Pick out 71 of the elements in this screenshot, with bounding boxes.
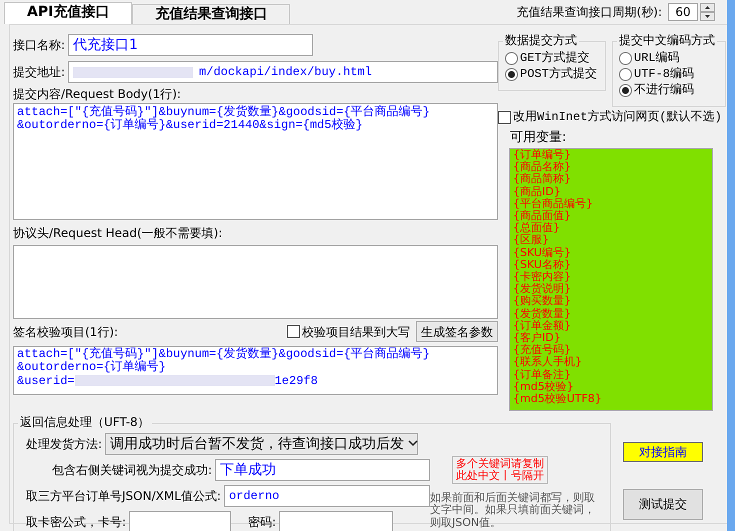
sign-field[interactable]: attach=["{充值号码}"]&buynum={发货数量}&goodsid={平台商品编号} &outorderno={订单编号} &userid= 1e29f8 [13, 346, 498, 395]
variable-item[interactable]: {md5校验} [510, 380, 712, 394]
address-field[interactable]: m/dockapi/index/buy.html [68, 61, 498, 83]
variable-item[interactable]: {商品简称} [510, 173, 712, 186]
test-submit-button[interactable]: 测试提交 [623, 488, 703, 520]
radio-button[interactable] [619, 84, 632, 96]
head-field[interactable] [13, 244, 498, 319]
variable-item[interactable]: {订单备注} [510, 368, 712, 381]
keyword-note: 多个关键词请复制此处中文丨号隔开 [452, 456, 548, 484]
name-field[interactable]: 代充接口1 [68, 34, 314, 56]
field-label: 提交内容/Request Body(1行): [13, 87, 182, 102]
field-label: 接口名称: [13, 38, 66, 52]
variable-item[interactable]: {md5校验UTF8} [510, 393, 712, 406]
field-label: 提交地址: [13, 64, 66, 80]
variable-item[interactable]: {购买数量} [510, 295, 712, 308]
radio-label: POST方式提交 [520, 66, 597, 82]
variable-item[interactable]: {订单编号} [510, 148, 712, 162]
field-label: 密码: [248, 514, 276, 530]
group-title: 返回信息处理（UFT-8） [18, 414, 152, 430]
checkbox-label: 校验项目结果到大写 [302, 324, 410, 339]
period-label: 充值结果查询接口周期(秒): [516, 4, 662, 20]
group-title: 数据提交方式 [503, 33, 579, 48]
variable-item[interactable]: {发货说明} [510, 283, 712, 296]
radio-button[interactable] [619, 68, 632, 80]
card-number-field[interactable] [129, 510, 232, 531]
variable-item[interactable]: {发货数量} [510, 308, 712, 320]
tab[interactable]: 充值结果查询接口 [132, 4, 290, 24]
period-field[interactable]: 60 [668, 3, 698, 21]
variable-item[interactable]: {联系人手机} [510, 356, 712, 369]
hint-text: 如果前面和后面关键词都写，则取文字中间。如果只填前面关键词，则取JSON值。 [430, 492, 596, 530]
guide-button[interactable]: 对接指南 [623, 442, 703, 462]
radio-label: UTF-8编码 [634, 66, 694, 82]
list-label: 可用变量: [510, 130, 568, 146]
caret-icon[interactable] [408, 440, 418, 448]
variable-item[interactable]: {SKU名称} [510, 258, 712, 272]
field-label: 协议头/Request Head(一般不需要填): [13, 226, 224, 241]
variable-item[interactable]: {SKU编号} [510, 246, 712, 259]
variable-item[interactable]: {客户ID} [510, 332, 712, 344]
delivery-method-dropdown[interactable]: 调用成功时后台暂不发货，待查询接口成功后发 [105, 432, 418, 455]
variable-item[interactable]: {商品名称} [510, 161, 712, 174]
spin-arrows-icon[interactable] [700, 3, 715, 21]
checkbox[interactable] [287, 325, 300, 338]
variable-list[interactable]: {订单编号} {商品名称} {商品简称} {商品ID} {平台商品编号} {商品面值} {总面值} {区服} {SKU编号} {SKU名称} {卡密内容} {发货说明} {购买数量} {发货数量} {订单金额} {客户ID} {充值号码} {联系人手机} {订单备注} {md5校验} {md5校验UTF8} [509, 148, 713, 411]
variable-item[interactable]: {总面值} [510, 222, 712, 234]
field-label: 取卡密公式，卡号: [26, 514, 126, 530]
field-label: 包含右侧关键词视为提交成功: [52, 462, 212, 478]
tab[interactable]: API充值接口 [4, 2, 132, 24]
password-field[interactable] [279, 510, 394, 531]
radio-label: URL编码 [634, 50, 680, 66]
variable-item[interactable]: {充值号码} [510, 344, 712, 356]
radio-label: 不进行编码 [634, 82, 694, 98]
generate-sign-button[interactable]: 生成签名参数 [416, 321, 498, 342]
checkbox[interactable] [498, 110, 511, 124]
variable-item[interactable]: {平台商品编号} [510, 198, 712, 210]
field-label: 处理发货方法: [26, 436, 102, 452]
variable-item[interactable]: {商品ID} [510, 186, 712, 198]
variable-item[interactable]: {区服} [510, 234, 712, 247]
field-label: 签名校验项目(1行): [13, 324, 118, 339]
variable-item[interactable]: {订单金额} [510, 320, 712, 332]
group-title: 提交中文编码方式 [617, 33, 717, 48]
field-label: 取三方平台订单号JSON/XML值公式: [26, 488, 221, 504]
radio-button[interactable] [619, 52, 632, 64]
keyword-field[interactable]: 下单成功 [215, 458, 430, 481]
body-field[interactable]: attach=["{充值号码}"]&buynum={发货数量}&goodsid={平台商品编号} &outorderno={订单编号}&userid=21440&sign={md5校验} [13, 103, 498, 220]
variable-item[interactable]: {卡密内容} [510, 271, 712, 284]
formula-field[interactable]: orderno [224, 484, 430, 507]
radio-button[interactable] [505, 52, 518, 64]
radio-label: GET方式提交 [520, 50, 590, 66]
variable-item[interactable]: {商品面值} [510, 210, 712, 222]
radio-button[interactable] [505, 68, 518, 80]
checkbox-label: 改用WinInet方式访问网页(默认不选) [513, 110, 722, 124]
